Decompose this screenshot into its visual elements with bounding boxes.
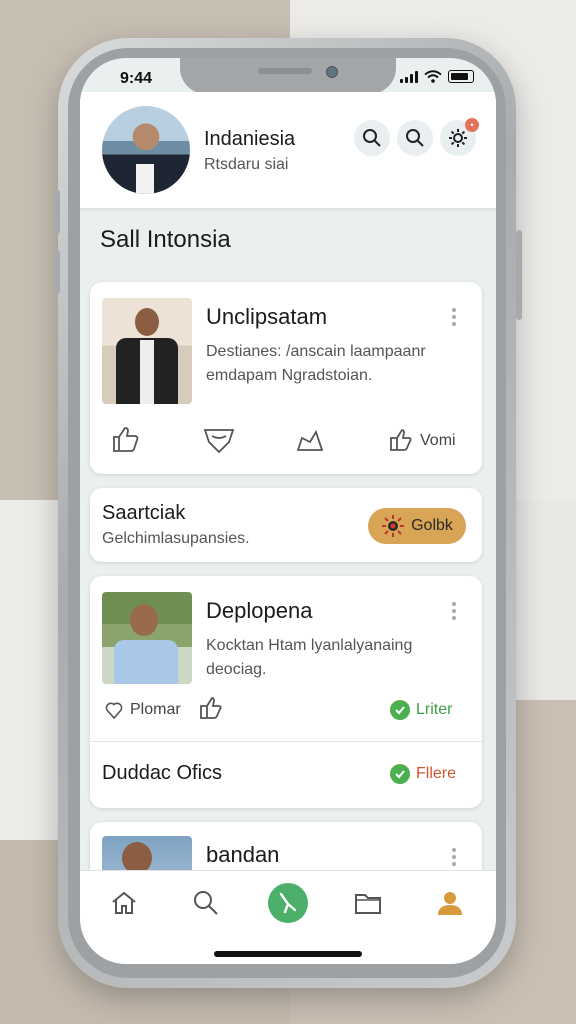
like-button[interactable] (110, 424, 140, 454)
more-options-icon[interactable] (452, 848, 456, 866)
status-icons (400, 70, 474, 83)
post-card[interactable]: Deplopena Kocktan Htam lyanlalyanaing de… (90, 576, 482, 808)
search-icon (363, 129, 381, 147)
notch (180, 58, 396, 94)
like-button[interactable] (198, 696, 224, 722)
wifi-icon (424, 70, 442, 83)
profile-name: Indaniesia (204, 128, 296, 150)
thumbs-up-icon (200, 697, 222, 719)
check-icon (390, 764, 410, 784)
more-options-icon[interactable] (452, 308, 456, 326)
bottom-nav (80, 870, 496, 964)
home-indicator (214, 951, 362, 957)
go-button-label: Golbk (411, 517, 453, 534)
comment-button[interactable] (202, 424, 236, 454)
share-icon (296, 429, 324, 451)
heart-icon (105, 702, 123, 720)
post-photo (102, 298, 192, 404)
thumbs-up-icon (390, 429, 412, 451)
post-title: Deplopena (206, 598, 313, 623)
go-button[interactable]: Golbk (368, 508, 466, 544)
more-options-icon[interactable] (452, 602, 456, 620)
power-button (516, 230, 522, 320)
compose-icon (279, 892, 297, 914)
more-actions-button[interactable]: Vomi (388, 428, 456, 454)
post-description: Destianes: /anscain laampaanr emdapam Ng… (206, 343, 426, 384)
profile-icon (438, 892, 462, 915)
comment-icon (203, 429, 235, 454)
home-icon (112, 891, 136, 914)
section-title: Sall Intonsia (100, 226, 231, 253)
avatar[interactable] (102, 106, 190, 194)
search-icon (194, 891, 218, 915)
status-indicator[interactable]: Lriter (390, 700, 452, 720)
settings-button[interactable]: • (440, 118, 479, 156)
nav-profile[interactable] (432, 885, 468, 921)
nav-home[interactable] (106, 885, 142, 921)
post-title: bandan (206, 842, 280, 867)
more-actions-label: Vomi (420, 432, 456, 449)
search-card[interactable]: Saartciak Gelchimlasupansies. Golbk (90, 488, 482, 562)
nav-compose[interactable] (268, 883, 308, 923)
thumbs-up-icon (113, 427, 139, 452)
post-title: Unclipsatam (206, 304, 328, 329)
notification-badge: • (465, 118, 479, 132)
search-button[interactable] (354, 120, 390, 156)
profile-header: Indaniesia Rtsdaru siai • (80, 92, 496, 208)
signal-icon (400, 70, 418, 83)
speaker (258, 68, 312, 74)
folder-icon (355, 894, 381, 914)
check-icon (390, 700, 410, 720)
post-photo (102, 592, 192, 684)
nav-search[interactable] (188, 885, 224, 921)
camera (326, 66, 338, 78)
search-icon (406, 129, 424, 147)
volume-up-button (54, 190, 60, 234)
volume-down-button (54, 250, 60, 294)
nav-folder[interactable] (350, 885, 386, 921)
phone-screen: 9:44 Indaniesia Rtsdaru siai • Sall Into… (80, 58, 496, 964)
footer-status-label: Fllere (416, 765, 457, 782)
footer-status[interactable]: Fllere (390, 764, 456, 784)
post-description: Kocktan Htam lyanlalyanaing deociag. (206, 637, 413, 678)
settings-icon (449, 129, 467, 147)
footer-title: Duddac Ofics (102, 762, 223, 784)
search-card-title: Saartciak (102, 502, 186, 524)
follow-button[interactable]: Plomar (104, 700, 181, 720)
status-label: Lriter (416, 701, 453, 718)
sun-icon (382, 515, 405, 537)
battery-icon (448, 70, 474, 83)
post-card[interactable]: Unclipsatam Destianes: /anscain laampaan… (90, 282, 482, 474)
divider (90, 741, 482, 742)
follow-label: Plomar (130, 701, 181, 718)
search-card-subtitle: Gelchimlasupansies. (102, 530, 250, 547)
share-button[interactable] (294, 424, 326, 454)
profile-subtitle: Rtsdaru siai (204, 156, 289, 173)
status-time: 9:44 (120, 70, 153, 87)
search-button-secondary[interactable] (397, 120, 433, 156)
